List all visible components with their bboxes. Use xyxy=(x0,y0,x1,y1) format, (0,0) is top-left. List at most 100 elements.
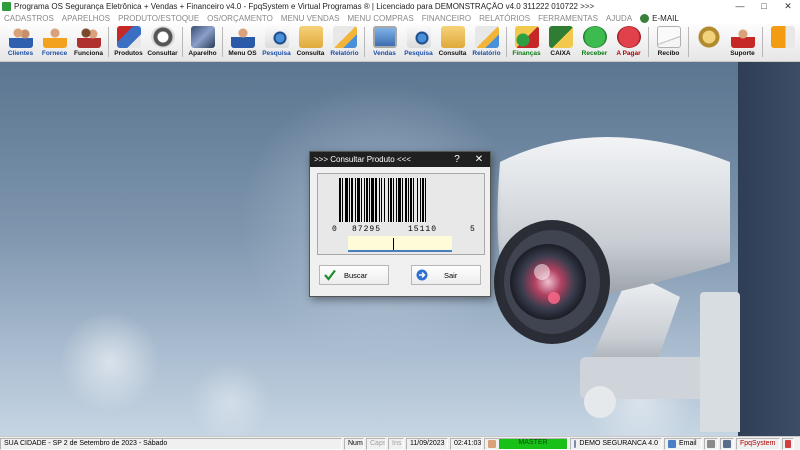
menu-produto-estoque[interactable]: PRODUTO/ESTOQUE xyxy=(118,14,199,23)
recibo-button[interactable]: Recibo xyxy=(652,24,685,60)
status-calc-cell[interactable] xyxy=(720,437,734,450)
aparelho-button[interactable]: Aparelho xyxy=(186,24,219,60)
buscar-label: Buscar xyxy=(344,270,368,280)
barcode-bar xyxy=(364,178,365,222)
barcode-bar xyxy=(405,178,407,222)
toolbar-separator xyxy=(108,27,109,57)
pesquisa-os-label: Pesquisa xyxy=(262,50,291,57)
consulta-v-button[interactable]: Consulta xyxy=(436,24,469,60)
barcode-panel: 0 87295 15110 5 xyxy=(317,173,485,255)
barcode-bar xyxy=(349,178,350,222)
barcode-bar xyxy=(375,178,377,222)
relatorio-os-button[interactable]: Relatório xyxy=(328,24,361,60)
consultar-button[interactable]: Consultar xyxy=(146,24,179,60)
email-icon xyxy=(668,439,676,448)
dialog-help-button[interactable]: ? xyxy=(446,154,468,165)
status-tool-cell[interactable] xyxy=(704,437,718,450)
backup-button[interactable] xyxy=(692,24,725,60)
barcode-bar xyxy=(390,178,392,222)
status-brand[interactable]: FpqSystem xyxy=(736,437,780,450)
a-pagar-button[interactable]: A Pagar xyxy=(612,24,645,60)
menu-email[interactable]: E-MAIL xyxy=(640,13,679,23)
products-icon xyxy=(116,26,141,48)
cctv-camera-image xyxy=(494,137,740,432)
menu-compras[interactable]: MENU COMPRAS xyxy=(348,14,414,23)
toolbar-separator xyxy=(222,27,223,57)
fornece-label: Fornece xyxy=(41,50,68,57)
report-icon xyxy=(474,26,499,48)
close-button[interactable]: ✕ xyxy=(776,0,800,12)
menu-ferramentas[interactable]: FERRAMENTAS xyxy=(538,14,598,23)
consultar-produto-dialog: >>> Consultar Produto <<< ? ✕ 0 87295 15… xyxy=(309,151,491,297)
barcode-bar xyxy=(381,178,382,222)
status-ins: Ins xyxy=(388,437,404,450)
exit-button[interactable] xyxy=(766,24,799,60)
menu-aparelhos[interactable]: APARELHOS xyxy=(62,14,110,23)
barcode-bar xyxy=(410,178,412,222)
status-email: Email xyxy=(679,440,697,447)
relatorio-v-button[interactable]: Relatório xyxy=(470,24,503,60)
toolbar-separator xyxy=(762,27,763,57)
barcode-bar xyxy=(422,178,424,222)
vendas-button[interactable]: Vendas xyxy=(368,24,401,60)
barcode-bar xyxy=(384,178,385,222)
barcode-bar xyxy=(388,178,389,222)
pesquisa-os-button[interactable]: Pesquisa xyxy=(260,24,293,60)
financas-button[interactable]: Finanças xyxy=(510,24,543,60)
barcode-bar xyxy=(379,178,380,222)
menu-os-button[interactable]: Menu OS xyxy=(226,24,259,60)
toolbar: Clientes Fornece Funciona Produtos Consu… xyxy=(0,24,800,62)
a-pagar-label: A Pagar xyxy=(616,50,641,57)
produtos-button[interactable]: Produtos xyxy=(112,24,145,60)
status-company: DEMO SEGURANCA 4.0 xyxy=(579,440,658,447)
barcode-bar xyxy=(425,178,426,222)
sair-button[interactable]: Sair xyxy=(411,265,481,285)
folder-icon xyxy=(440,26,465,48)
fornece-button[interactable]: Fornece xyxy=(38,24,71,60)
funciona-label: Funciona xyxy=(74,50,103,57)
toolbar-separator xyxy=(364,27,365,57)
maximize-button[interactable]: □ xyxy=(752,0,776,12)
menu-cadastros[interactable]: CADASTROS xyxy=(4,14,54,23)
barcode-digits-left: 87295 xyxy=(352,225,381,234)
menu-relatorios[interactable]: RELATÓRIOS xyxy=(479,14,530,23)
menu-vendas[interactable]: MENU VENDAS xyxy=(281,14,340,23)
status-num: Num xyxy=(344,437,364,450)
consulta-os-button[interactable]: Consulta xyxy=(294,24,327,60)
caixa-button[interactable]: CAIXA xyxy=(544,24,577,60)
barcode-bar xyxy=(371,178,374,222)
status-caps: Caps xyxy=(366,437,386,450)
technician-icon xyxy=(230,26,255,48)
receber-button[interactable]: Receber xyxy=(578,24,611,60)
buscar-button[interactable]: Buscar xyxy=(319,265,389,285)
pesquisa-v-button[interactable]: Pesquisa xyxy=(402,24,435,60)
barcode-bar xyxy=(369,178,370,222)
clientes-button[interactable]: Clientes xyxy=(4,24,37,60)
dialog-close-button[interactable]: ✕ xyxy=(468,154,490,165)
barcode-input[interactable] xyxy=(348,236,452,252)
funciona-button[interactable]: Funciona xyxy=(72,24,105,60)
suporte-button[interactable]: Suporte xyxy=(726,24,759,60)
exit-arrow-icon xyxy=(416,269,428,281)
vendas-label: Vendas xyxy=(373,50,396,57)
menu-os-orcamento[interactable]: OS/ORÇAMENTO xyxy=(207,14,273,23)
cash-book-icon xyxy=(548,26,573,48)
calculator-icon xyxy=(723,439,731,448)
consulta-v-label: Consulta xyxy=(438,50,467,57)
menu-financeiro[interactable]: FINANCEIRO xyxy=(422,14,471,23)
title-bar: Programa OS Segurança Eletrônica + Venda… xyxy=(0,0,800,12)
minimize-button[interactable]: — xyxy=(728,0,752,12)
barcode-bar xyxy=(345,178,348,222)
receber-label: Receber xyxy=(581,50,608,57)
status-date: 11/09/2023 xyxy=(406,437,448,450)
consulta-os-label: Consulta xyxy=(296,50,325,57)
financas-label: Finanças xyxy=(512,50,541,57)
status-time: 02:41:03 xyxy=(450,437,482,450)
menu-ajuda[interactable]: AJUDA xyxy=(606,14,632,23)
barcode-image: 0 87295 15110 5 xyxy=(332,178,475,234)
background-wall xyxy=(738,62,800,436)
status-email-cell[interactable]: Email xyxy=(664,437,702,450)
dialog-body: 0 87295 15110 5 Buscar Sair xyxy=(310,167,490,296)
barcode-bar xyxy=(355,178,356,222)
status-alert-cell xyxy=(782,437,794,450)
